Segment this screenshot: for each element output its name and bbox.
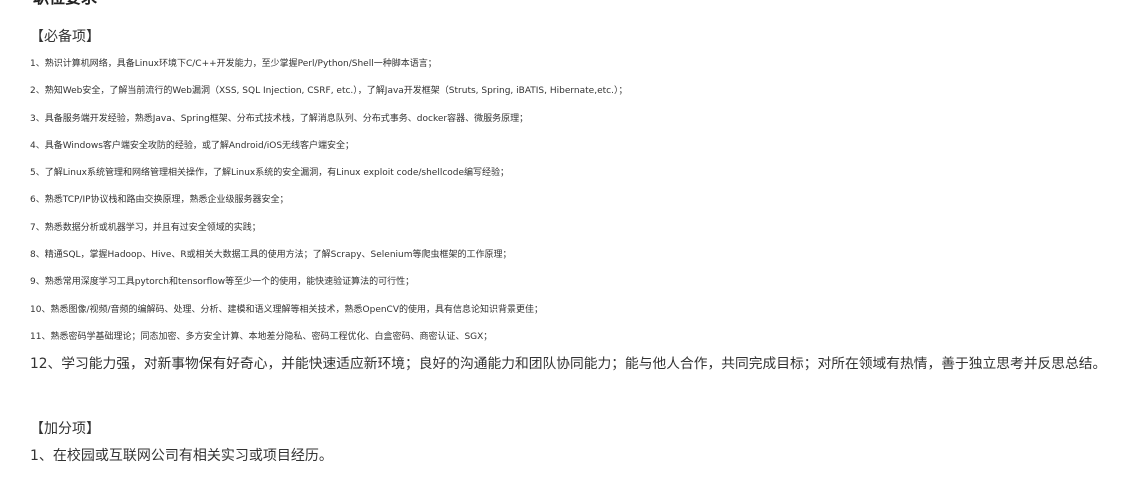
required-item-8: 8、精通SQL，掌握Hadoop、Hive、R或相关大数据工具的使用方法；了解S… — [30, 250, 512, 261]
required-item-4: 4、具备Windows客户端安全攻防的经验，或了解Android/iOS无线客户… — [30, 140, 355, 151]
bonus-section-header: 【加分项】 — [30, 421, 100, 437]
required-item-1: 1、熟识计算机网络，具备Linux环境下C/C++开发能力，至少掌握Perl/P… — [30, 59, 437, 69]
required-item-10: 10、熟悉图像/视频/音频的编解码、处理、分析、建模和语义理解等相关技术，熟悉O… — [30, 304, 543, 315]
required-item-7: 7、熟悉数据分析或机器学习，并且有过安全领域的实践； — [30, 222, 261, 233]
page-title: 职位要求 — [33, 0, 97, 8]
required-list: 1、熟识计算机网络，具备Linux环境下C/C++开发能力，至少掌握Perl/P… — [30, 54, 1106, 382]
required-item-2: 2、熟知Web安全，了解当前流行的Web漏洞（XSS, SQL Injectio… — [30, 86, 628, 97]
bonus-list: 1、在校园或互联网公司有相关实习或项目经历。 — [30, 446, 333, 473]
required-item-5: 5、了解Linux系统管理和网络管理相关操作，了解Linux系统的安全漏洞，有L… — [30, 168, 510, 179]
required-item-6: 6、熟悉TCP/IP协议栈和路由交换原理，熟悉企业级服务器安全； — [30, 195, 289, 206]
required-item-12: 12、学习能力强，对新事物保有好奇心，并能快速适应新环境；良好的沟通能力和团队协… — [30, 356, 1107, 373]
required-item-3: 3、具备服务端开发经验，熟悉Java、Spring框架、分布式技术栈，了解消息队… — [30, 113, 529, 124]
required-item-11: 11、熟悉密码学基础理论；同态加密、多方安全计算、本地差分隐私、密码工程优化、白… — [30, 331, 493, 342]
required-section-header: 【必备项】 — [30, 29, 100, 45]
required-item-9: 9、熟悉常用深度学习工具pytorch和tensorflow等至少一个的使用，能… — [30, 277, 415, 288]
bonus-item-1: 1、在校园或互联网公司有相关实习或项目经历。 — [30, 448, 333, 464]
